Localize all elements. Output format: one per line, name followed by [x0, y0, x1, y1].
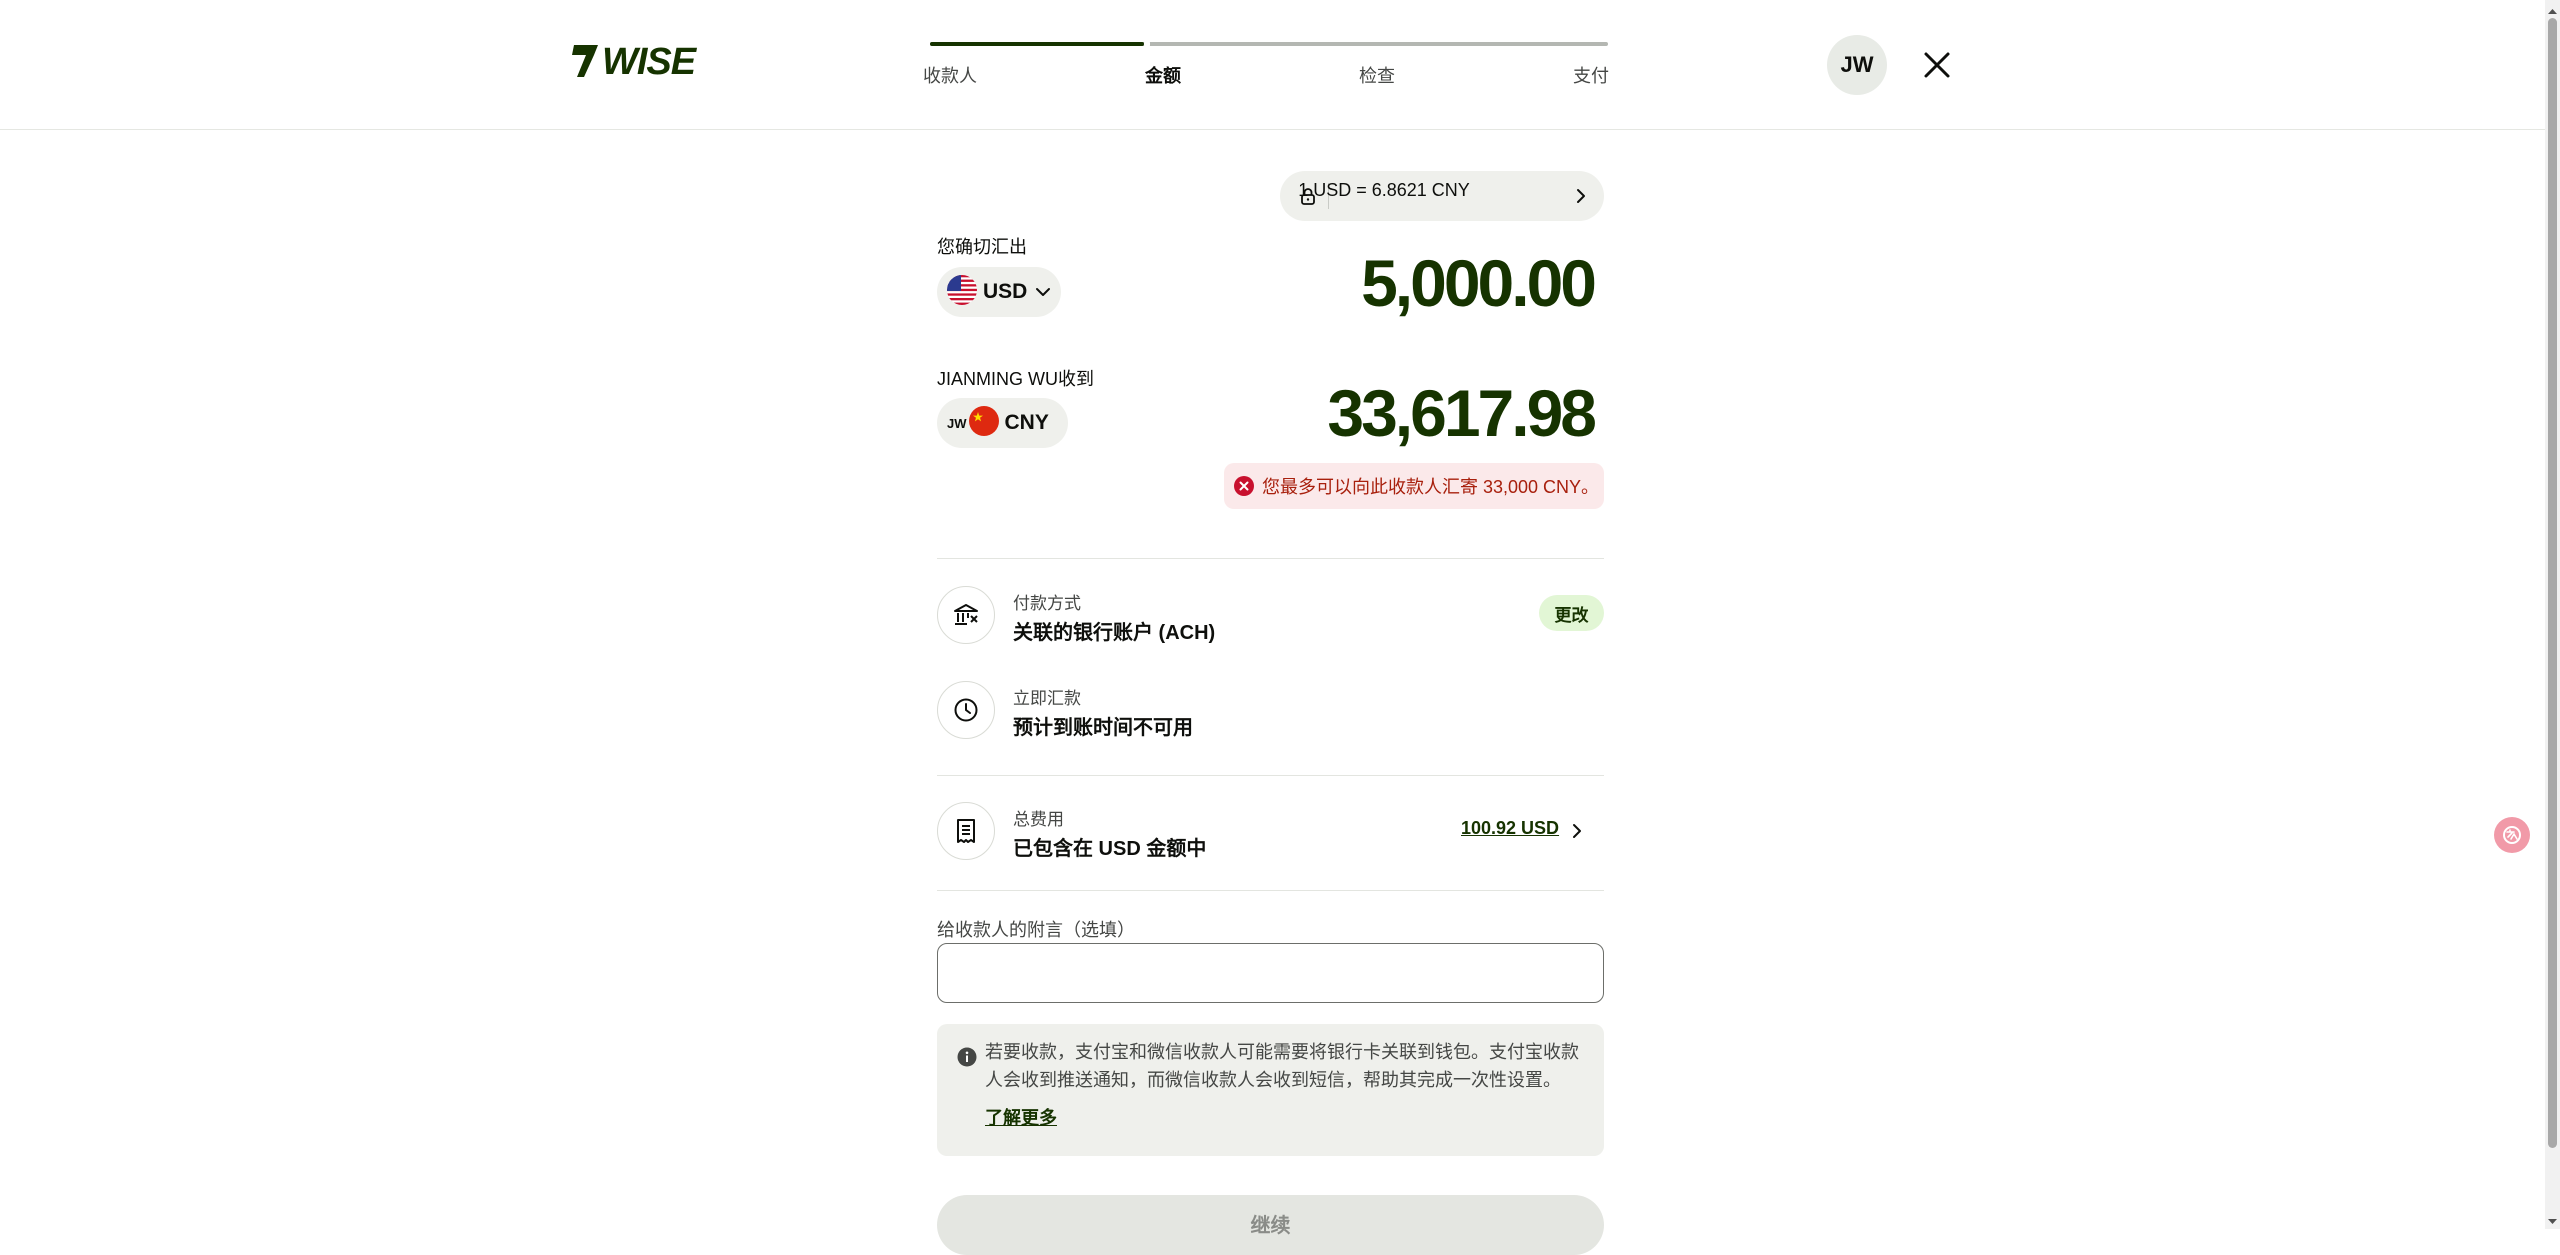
scroll-down-arrow-icon[interactable]	[2548, 1213, 2557, 1231]
receive-currency-selector[interactable]: JW CNY	[937, 398, 1068, 448]
step-recipient[interactable]: 收款人	[923, 62, 977, 88]
continue-button[interactable]: 继续	[937, 1195, 1604, 1255]
bank-icon	[937, 586, 995, 644]
info-icon	[957, 1047, 977, 1072]
wise-logo[interactable]: WISE	[572, 38, 707, 82]
chevron-right-icon[interactable]	[1572, 823, 1582, 844]
send-amount-input[interactable]: 5,000.00	[1361, 245, 1597, 321]
send-currency-selector[interactable]: USD	[937, 267, 1061, 317]
step-review: 检查	[1359, 66, 1395, 86]
error-icon	[1234, 476, 1254, 496]
stepper-progress	[930, 42, 1144, 46]
transfer-speed-label: 立即汇款	[1013, 689, 1081, 708]
logo-text: WISE	[602, 41, 698, 79]
divider	[937, 775, 1604, 776]
divider	[937, 558, 1604, 559]
wise-logo-mark: WISE	[572, 41, 699, 79]
reference-note-label: 给收款人的附言（选填）	[937, 920, 1135, 940]
page-scrollbar[interactable]	[2545, 0, 2560, 1229]
transfer-speed-value: 预计到账时间不可用	[1013, 717, 1193, 739]
step-amount[interactable]: 金额	[1145, 62, 1181, 88]
payment-method-value: 关联的银行账户 (ACH)	[1013, 622, 1216, 644]
cn-flag-icon	[968, 405, 999, 441]
top-header: WISE 收款人 金额 检查 支付 JW	[0, 0, 2545, 130]
chevron-right-icon	[1576, 188, 1586, 209]
receive-amount-label: JIANMING WU收到	[937, 369, 1094, 389]
clock-icon	[937, 681, 995, 739]
error-text: 您最多可以向此收款人汇寄 33,000 CNY。	[1262, 477, 1600, 497]
progress-stepper: 收款人 金额 检查 支付	[920, 40, 1620, 90]
exchange-rate-button[interactable]: 1 USD = 6.8621 CNY	[1280, 171, 1604, 221]
fee-breakdown-link[interactable]: 100.92 USD	[1461, 818, 1559, 839]
step-pay: 支付	[1573, 66, 1609, 86]
stepper-gap	[1144, 41, 1150, 47]
close-icon[interactable]	[1920, 48, 1954, 82]
change-payment-method-button[interactable]: 更改	[1539, 595, 1604, 631]
total-fees-label: 总费用	[1013, 810, 1064, 829]
amount-limit-error: 您最多可以向此收款人汇寄 33,000 CNY。	[1224, 463, 1604, 509]
payment-method-label: 付款方式	[1013, 594, 1081, 613]
translate-icon[interactable]	[2494, 817, 2530, 853]
recipient-badge: JW	[947, 415, 967, 431]
info-text: 若要收款，支付宝和微信收款人可能需要将银行卡关联到钱包。支付宝收款人会收到推送通…	[985, 1042, 1579, 1090]
scrollbar-thumb[interactable]	[2548, 18, 2557, 1148]
chevron-down-icon	[1035, 284, 1051, 302]
receive-currency-code: CNY	[1004, 411, 1049, 434]
receipt-icon	[937, 802, 995, 860]
send-amount-label: 您确切汇出	[937, 237, 1027, 257]
send-currency-code: USD	[983, 280, 1028, 303]
exchange-rate-text: 1 USD = 6.8621 CNY	[1298, 180, 1470, 200]
alipay-wechat-info-box: 若要收款，支付宝和微信收款人可能需要将银行卡关联到钱包。支付宝收款人会收到推送通…	[937, 1024, 1604, 1156]
receive-amount-input[interactable]: 33,617.98	[1327, 375, 1597, 451]
total-fees-value: 已包含在 USD 金额中	[1013, 838, 1207, 860]
divider	[937, 890, 1604, 891]
learn-more-link[interactable]: 了解更多	[985, 1104, 1057, 1130]
reference-note-input[interactable]	[937, 943, 1604, 1003]
user-avatar[interactable]: JW	[1827, 35, 1887, 95]
us-flag-icon	[947, 274, 977, 310]
